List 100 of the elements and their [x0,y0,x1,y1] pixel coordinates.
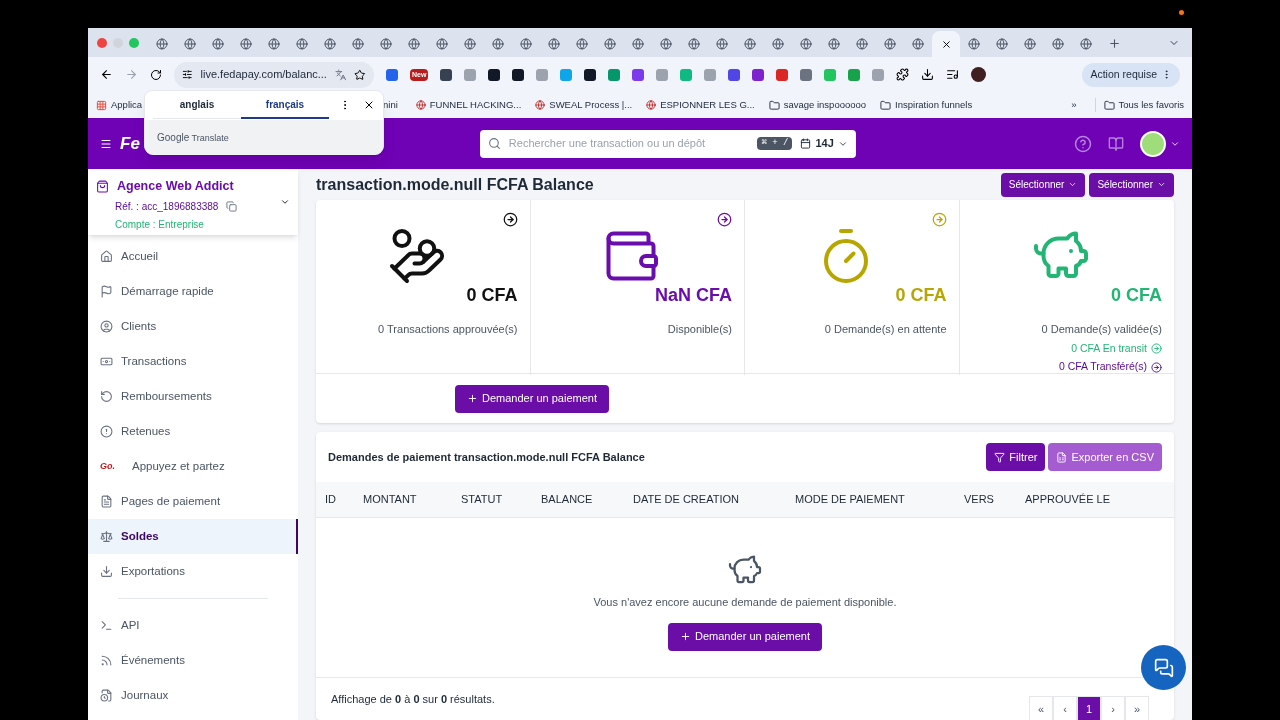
request-payment-button[interactable]: Demander un paiement [668,622,822,651]
extension-icon[interactable] [440,68,453,81]
column-header: DATE DE CREATION [633,492,740,508]
favicon-icon [1052,38,1064,50]
select-dropdown[interactable]: Sélectionner [1089,172,1174,197]
favicon-icon [1080,38,1092,50]
extension-icon[interactable] [584,68,597,81]
column-header: MONTANT [363,492,418,508]
calendar-icon [800,138,812,149]
google-translate-label: Google Translate [157,130,229,145]
new-tab-icon[interactable] [1108,37,1121,50]
nav-item[interactable]: API [88,608,298,643]
nav-item[interactable]: Pages de paiement [88,484,298,519]
translate-icon[interactable] [334,68,347,81]
filter-button[interactable]: Filtrer [986,443,1046,471]
search-field[interactable]: Rechercher une transaction ou un dépôt ⌘ + / 14J [479,129,856,158]
account-panel[interactable]: Agence Web Addict Réf. : acc_1896883388 Compte : Entreprise [88,169,298,235]
bookmark[interactable]: FUNNEL HACKING... [415,97,522,113]
bookmark[interactable]: Tous les favoris [1094,97,1184,113]
profile-avatar[interactable] [971,67,987,82]
stat-link[interactable]: 0 CFA Transféré(s) [1058,359,1147,375]
empty-message: Vous n'avez encore aucune demande de paiement disponible. [593,595,897,610]
help-icon[interactable] [1074,134,1092,153]
language-tab[interactable]: anglais [153,91,241,119]
favicon-icon [968,38,980,50]
favicon-icon [492,38,504,50]
extension-icon[interactable] [752,68,765,81]
close-icon[interactable] [940,38,952,50]
column-header: MODE DE PAIEMENT [795,492,906,508]
nav-item[interactable]: Transactions [88,344,298,379]
favicon-icon [408,38,420,50]
column-header: VERS [964,492,995,508]
page-button[interactable]: 1 [1077,696,1101,720]
action-button[interactable]: Action requise [1082,62,1180,87]
favicon-icon [996,38,1008,50]
close-icon[interactable] [363,99,375,111]
media-icon[interactable] [946,68,960,81]
user-avatar[interactable] [1140,130,1166,157]
back-icon[interactable] [100,68,113,81]
nav-icon [100,689,113,702]
shortcut-key: ⌘ + / [757,136,793,151]
account-ref: Réf. : acc_1896883388 [115,199,219,214]
copy-icon[interactable] [226,200,238,212]
search-input[interactable]: Rechercher une transaction ou un dépôt [508,135,750,152]
nav-item[interactable]: Remboursements [88,379,298,414]
caret-icon [1068,180,1078,189]
nav-item[interactable]: Démarrage rapide [88,274,298,309]
nav-item[interactable]: Accueil [88,239,298,274]
bookmark-star-icon[interactable] [354,68,366,81]
nav-icon [100,530,113,543]
nav-item[interactable]: Journaux [88,678,298,713]
bookmark[interactable]: SWEAL Process |... [535,97,633,113]
extension-icon[interactable] [512,68,525,81]
more-bookmarks[interactable]: » [1071,97,1077,113]
nav-item[interactable]: Go. Appuyez et partez [88,449,298,484]
select-dropdown[interactable]: Sélectionner [1000,172,1086,197]
nav-icon [100,355,113,368]
bookmark[interactable]: savage inspoooooo [768,97,867,113]
menu-icon[interactable] [100,137,112,150]
close-window-icon[interactable] [97,37,107,48]
favicon-icon [856,38,868,50]
globe-icon [415,100,426,110]
caret-icon[interactable] [280,197,290,207]
stat-caption: 0 Demande(s) en attente [824,322,947,337]
logo[interactable]: Fe [120,130,140,157]
favicon-icon [688,38,700,50]
site-settings-icon[interactable] [182,69,193,80]
page-button[interactable]: ‹ [1053,696,1077,720]
period-dropdown[interactable]: 14J [800,135,848,152]
extensions-icon[interactable] [896,68,910,81]
nav-item[interactable]: Retenues [88,414,298,449]
request-payment-button[interactable]: Demander un paiement [455,384,609,413]
nav-icon [100,390,113,403]
account-type: Compte : Entreprise [114,217,205,232]
bookmark[interactable]: ESPIONNER LES G... [646,97,755,113]
bookmark[interactable]: Inspiration funnels [880,97,973,113]
page-button[interactable]: » [1125,696,1149,720]
nav-item[interactable]: Événements [88,643,298,678]
export-csv-button[interactable]: Exporter en CSV [1048,443,1162,471]
bookmark[interactable]: nini [383,97,398,113]
favicon-icon [660,38,672,50]
column-header: APPROUVÉE LE [1025,492,1111,508]
plus-icon [467,393,478,404]
docs-icon[interactable] [1108,135,1124,152]
page-button[interactable]: › [1101,696,1125,720]
apps-icon[interactable] [96,99,107,111]
nav-item[interactable]: Clients [88,309,298,344]
nav-icon [100,495,113,508]
download-icon[interactable] [921,68,935,81]
nav-item[interactable]: Soldes [88,519,298,554]
nav-item[interactable]: Exportations [88,554,298,589]
forward-icon[interactable] [125,68,138,81]
reload-icon[interactable] [150,68,162,81]
address-bar[interactable]: live.fedapay.com/balanc... [174,61,374,88]
nav-icon [100,285,113,298]
extension-icon[interactable] [488,68,501,81]
column-header: ID [325,492,337,508]
favicon-icon [156,38,168,50]
stat-amount: 0 CFA [1111,284,1162,307]
page-button[interactable]: « [1029,696,1053,720]
